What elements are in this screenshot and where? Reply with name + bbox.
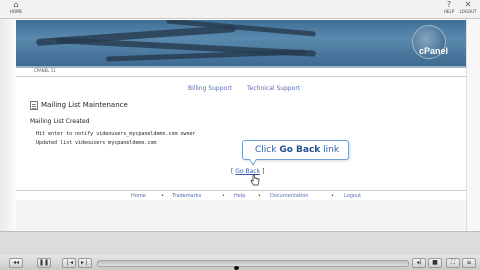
footer-separator: •	[222, 193, 225, 199]
pause-icon[interactable]: ❚❚	[37, 258, 51, 268]
footer-help-link[interactable]: Help	[234, 193, 245, 200]
top-toolbar: ⌂ HOME ? HELP ✕ LOGOUT	[0, 0, 480, 19]
section-title: Mailing List Maintenance	[41, 101, 128, 109]
fullscreen-icon[interactable]: ⛶	[446, 258, 460, 268]
callout-bold: Go Back	[279, 145, 321, 155]
menu-icon[interactable]: ≡	[462, 258, 476, 268]
breadcrumb-item[interactable]: CPANEL 11	[34, 68, 56, 74]
seek-thumb[interactable]	[234, 266, 239, 270]
billing-support-link[interactable]: Billing Support	[188, 85, 232, 93]
help-icon: ?	[446, 0, 452, 9]
result-line-2: Updated list videousers mycpaneldemo.com	[36, 140, 157, 146]
home-button[interactable]: ⌂ HOME	[6, 1, 26, 18]
bracket-open: [	[231, 168, 234, 175]
home-label: HOME	[9, 9, 23, 14]
callout-text: Click Go Back link	[255, 144, 339, 156]
footer-home-link[interactable]: Home	[131, 193, 146, 200]
callout-tail-inner	[250, 159, 256, 164]
footer-logout-link[interactable]: Logout	[344, 193, 361, 200]
cpanel-logo-text: cPanel	[419, 46, 449, 56]
result-line-1: Hit enter to notify videousers_mycpaneld…	[36, 131, 196, 137]
divider	[16, 76, 466, 77]
document-icon	[30, 101, 38, 110]
rewind-icon[interactable]: ◂◂	[9, 258, 23, 268]
help-label: HELP	[443, 9, 455, 14]
status-message: Mailing List Created	[30, 118, 90, 125]
previous-icon[interactable]: ❘◂	[62, 258, 76, 268]
footer-separator: •	[258, 193, 261, 199]
footer-separator: •	[161, 193, 164, 199]
header-banner: cPanel	[16, 20, 466, 66]
home-icon: ⌂	[13, 0, 19, 9]
help-button[interactable]: ? HELP	[439, 1, 459, 18]
footer-separator: •	[331, 193, 334, 199]
footer-trademarks-link[interactable]: Trademarks	[172, 193, 201, 200]
logout-icon: ✕	[464, 0, 472, 9]
logout-button[interactable]: ✕ LOGOUT	[458, 1, 478, 18]
callout-suffix: link	[323, 145, 340, 155]
footer-documentation-link[interactable]: Documentation	[270, 193, 309, 200]
banner-cable	[105, 49, 307, 62]
screen: ⌂ HOME ? HELP ✕ LOGOUT cPanel CPANEL 11 …	[0, 0, 480, 270]
logout-label: LOGOUT	[459, 9, 477, 14]
left-margin	[0, 19, 16, 231]
stop-icon[interactable]: ■	[428, 258, 442, 268]
footer-area	[16, 200, 466, 231]
right-margin	[466, 19, 480, 231]
hand-cursor-icon	[250, 174, 260, 186]
volume-icon[interactable]: ◂)	[412, 258, 426, 268]
technical-support-link[interactable]: Technical Support	[247, 85, 300, 93]
next-icon[interactable]: ▸❘	[78, 258, 92, 268]
callout-prefix: Click	[255, 145, 277, 155]
breadcrumb: CPANEL 11	[16, 68, 466, 76]
seek-bar[interactable]	[97, 260, 409, 267]
bracket-close: ]	[261, 168, 265, 175]
